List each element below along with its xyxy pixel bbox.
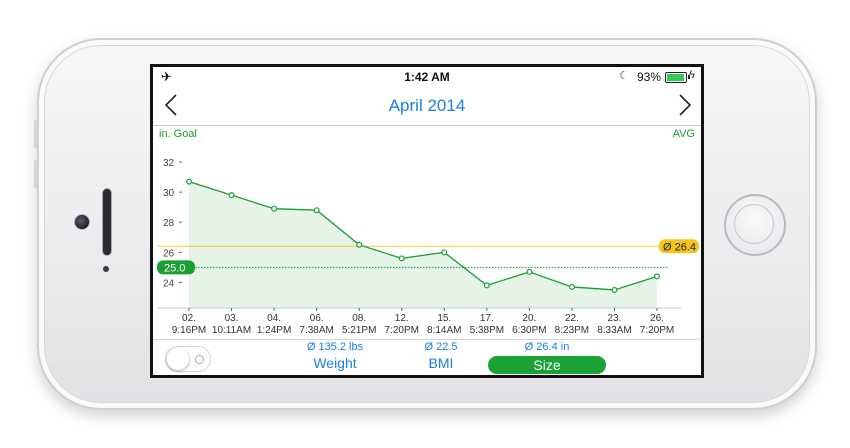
data-point[interactable]	[271, 205, 278, 212]
x-tick-label: 23. 8:33AM	[597, 313, 631, 336]
status-bar: ✈ 1:42 AM ☾ 93% ϟ	[153, 67, 701, 87]
area-fill	[189, 181, 657, 308]
data-point[interactable]	[654, 273, 661, 280]
nav-bar: April 2014	[153, 87, 701, 126]
y-tick-label: 26	[163, 248, 175, 259]
x-tick-label: 26. 7:20PM	[640, 313, 674, 336]
data-point[interactable]	[611, 286, 618, 293]
x-tick-label: 22. 8:23PM	[555, 313, 589, 336]
x-tick-label: 03. 10:11AM	[212, 313, 251, 336]
x-tick-label: 17. 5:38PM	[470, 313, 504, 336]
front-camera	[74, 214, 90, 230]
y-tick-label: 32	[163, 158, 175, 169]
bottom-bar: Ø 135.2 lbs Weight Ø 22.5 BMI Ø 26.4 in …	[153, 339, 701, 375]
average-badge-label: Ø 26.4	[663, 241, 696, 253]
chevron-right-icon	[679, 94, 692, 116]
tab-weight-average: Ø 135.2 lbs	[306, 341, 364, 353]
x-tick-label: 12. 7:20PM	[384, 313, 418, 336]
chart-area: in. Goal AVG 24 26 28 30 32 Ø 26.4 25.0 02. 9:16…	[153, 126, 701, 338]
data-point[interactable]	[398, 255, 405, 262]
toggle-switch[interactable]	[165, 346, 211, 372]
battery-percent: 93%	[637, 70, 662, 84]
tab-weight[interactable]: Ø 135.2 lbs Weight	[265, 340, 405, 375]
bolt-icon: ϟ	[689, 69, 695, 81]
x-tick-label: 20. 6:30PM	[512, 313, 546, 336]
goal-badge-label: 25.0	[164, 262, 185, 274]
data-point[interactable]	[313, 207, 320, 214]
size-chart: 24 26 28 30 32 Ø 26.4 25.0 02. 9:16PM 03. 10:11AM 0…	[157, 158, 699, 336]
x-tick-label: 02. 9:16PM	[172, 313, 206, 336]
y-tick-label: 28	[163, 218, 175, 229]
tab-bmi-label: BMI	[428, 355, 454, 371]
tab-size-average: Ø 26.4 in	[524, 341, 570, 353]
data-point[interactable]	[228, 192, 235, 199]
home-button[interactable]	[724, 194, 786, 256]
data-point[interactable]	[441, 249, 448, 256]
volume-button	[34, 120, 38, 148]
tab-size[interactable]: Ø 26.4 in Size	[478, 340, 616, 375]
y-tick-label: 24	[163, 278, 175, 289]
battery-fill	[667, 74, 684, 81]
sensor-dot	[103, 266, 109, 272]
data-point[interactable]	[185, 178, 192, 185]
data-point[interactable]	[356, 241, 363, 248]
x-tick-label: 06. 7:38AM	[299, 313, 333, 336]
toggle-knob	[167, 348, 189, 370]
y-tick-label: 30	[163, 188, 175, 199]
app-screen: ✈ 1:42 AM ☾ 93% ϟ April 2014 in. Goal AV…	[150, 64, 704, 378]
data-point[interactable]	[568, 283, 575, 290]
data-point[interactable]	[526, 268, 533, 275]
x-tick-label: 08. 5:21PM	[342, 313, 376, 336]
tab-weight-label: Weight	[313, 355, 357, 371]
tab-size-label: Size	[488, 356, 606, 374]
page-title: April 2014	[388, 96, 466, 115]
power-button	[34, 160, 38, 188]
x-tick-label: 15. 8:14AM	[427, 313, 461, 336]
x-tick-label: 04. 1:24PM	[257, 313, 291, 336]
data-point[interactable]	[483, 282, 490, 289]
toggle-off-indicator	[195, 355, 204, 364]
tab-bmi-average: Ø 22.5	[424, 341, 458, 353]
home-button-ring	[734, 204, 774, 244]
next-month-button[interactable]	[677, 94, 693, 116]
earpiece-speaker	[102, 188, 112, 256]
battery-icon	[665, 72, 690, 83]
moon-icon: ☾	[619, 70, 629, 82]
tab-bmi[interactable]: Ø 22.5 BMI	[391, 340, 491, 375]
